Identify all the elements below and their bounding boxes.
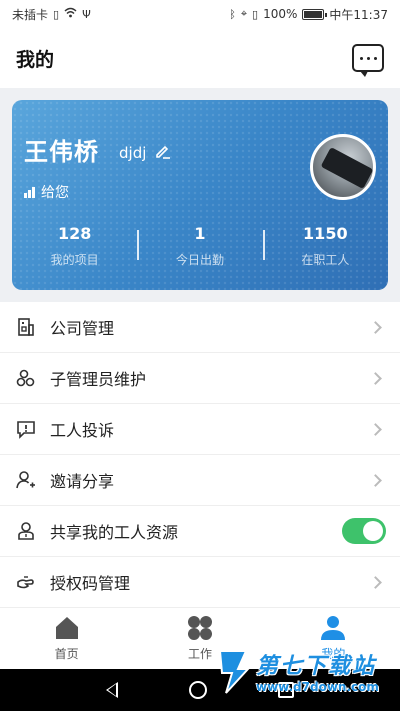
wifi-icon <box>64 7 77 21</box>
chevron-right-icon <box>369 575 382 589</box>
status-left: 未插卡 ▯ Ψ <box>12 6 91 23</box>
role-text: 给您 <box>41 185 69 201</box>
work-icon <box>187 616 212 640</box>
profile-card-area: 王伟桥 djdj 给您 128 我的项目 1 今日出勤 1150 在职工人 <box>0 88 400 302</box>
home-circle-icon[interactable] <box>188 681 207 699</box>
stat-label: 我的项目 <box>50 253 99 267</box>
user-nickname: djdj <box>119 144 147 162</box>
home-icon <box>55 617 78 639</box>
watermark-title: 第七下载站 <box>256 654 377 679</box>
role-row: 给您 <box>24 182 69 202</box>
menu-label: 公司管理 <box>50 319 115 338</box>
menu-label: 共享我的工人资源 <box>50 523 179 542</box>
bluetooth-icon: ᛒ <box>229 7 236 21</box>
menu-item-complaint[interactable]: 工人投诉 <box>0 404 400 455</box>
battery-icon <box>302 8 328 20</box>
message-icon-dot <box>366 56 370 60</box>
user-name: 王伟桥 <box>24 138 99 166</box>
sub-admin-icon <box>16 368 36 388</box>
share-worker-icon <box>16 521 36 541</box>
company-icon <box>16 317 36 337</box>
menu-item-share-workers: 共享我的工人资源 <box>0 506 400 557</box>
chevron-right-icon <box>369 422 382 436</box>
clock: 中午11:37 <box>329 7 388 22</box>
auth-code-icon <box>16 572 36 592</box>
stat-value: 1 <box>194 224 206 243</box>
tab-label: 首页 <box>54 647 79 661</box>
status-bar: 未插卡 ▯ Ψ ᛒ ⌖ ▯ 100% 中午11:37 <box>0 0 400 28</box>
message-icon-dot <box>373 56 377 60</box>
location-icon: ⌖ <box>240 7 248 20</box>
carrier-text: 未插卡 <box>12 7 49 22</box>
avatar[interactable] <box>310 134 376 200</box>
menu-label: 工人投诉 <box>50 421 115 440</box>
invite-icon <box>16 470 36 490</box>
stats-row: 128 我的项目 1 今日出勤 1150 在职工人 <box>12 222 388 278</box>
message-icon-dot <box>359 56 363 60</box>
stat-value: 1150 <box>303 224 348 243</box>
menu-item-invite[interactable]: 邀请分享 <box>0 455 400 506</box>
settings-menu: 公司管理 子管理员维护 工人投诉 邀请分享 共享我的工人资源 授权码管理 <box>0 302 400 608</box>
share-workers-toggle[interactable] <box>342 518 386 544</box>
vibrate-icon: ▯ <box>252 7 259 21</box>
chart-icon <box>24 186 35 198</box>
chevron-right-icon <box>369 320 382 334</box>
toggle-knob <box>363 521 383 541</box>
stat-my-projects[interactable]: 128 我的项目 <box>12 222 137 278</box>
chevron-right-icon <box>369 473 382 487</box>
usb-icon: Ψ <box>82 7 91 21</box>
stat-today-attendance[interactable]: 1 今日出勤 <box>137 222 262 278</box>
watermark: 第七下载站 www.d7down.com <box>216 634 394 708</box>
menu-label: 授权码管理 <box>50 574 131 593</box>
back-icon[interactable] <box>105 682 118 698</box>
menu-item-sub-admin[interactable]: 子管理员维护 <box>0 353 400 404</box>
battery-percent: 100% <box>263 7 298 21</box>
message-button[interactable] <box>352 44 384 77</box>
menu-label: 邀请分享 <box>50 472 115 491</box>
edit-icon[interactable] <box>154 142 172 160</box>
page-title: 我的 <box>16 48 55 71</box>
complaint-icon <box>16 419 36 439</box>
sim-icon: ▯ <box>53 7 60 21</box>
app-header: 我的 <box>0 28 400 88</box>
stat-active-workers[interactable]: 1150 在职工人 <box>262 222 388 278</box>
stat-value: 128 <box>57 224 92 243</box>
tab-home[interactable]: 首页 <box>0 608 133 669</box>
menu-item-company[interactable]: 公司管理 <box>0 302 400 353</box>
menu-label: 子管理员维护 <box>50 370 147 389</box>
stat-label: 在职工人 <box>301 253 350 267</box>
chevron-right-icon <box>369 371 382 385</box>
stat-label: 今日出勤 <box>175 253 224 267</box>
menu-item-auth-code[interactable]: 授权码管理 <box>0 557 400 608</box>
tab-label: 工作 <box>187 647 212 661</box>
watermark-url: www.d7down.com <box>256 680 379 694</box>
watermark-logo-icon <box>218 650 251 694</box>
battery-fill <box>304 10 323 18</box>
profile-card[interactable]: 王伟桥 djdj 给您 128 我的项目 1 今日出勤 1150 在职工人 <box>12 100 388 290</box>
avatar-image <box>320 147 373 189</box>
status-right: ᛒ ⌖ ▯ 100% 中午11:37 <box>229 6 388 23</box>
watermark-text: 第七下载站 www.d7down.com <box>256 648 379 694</box>
